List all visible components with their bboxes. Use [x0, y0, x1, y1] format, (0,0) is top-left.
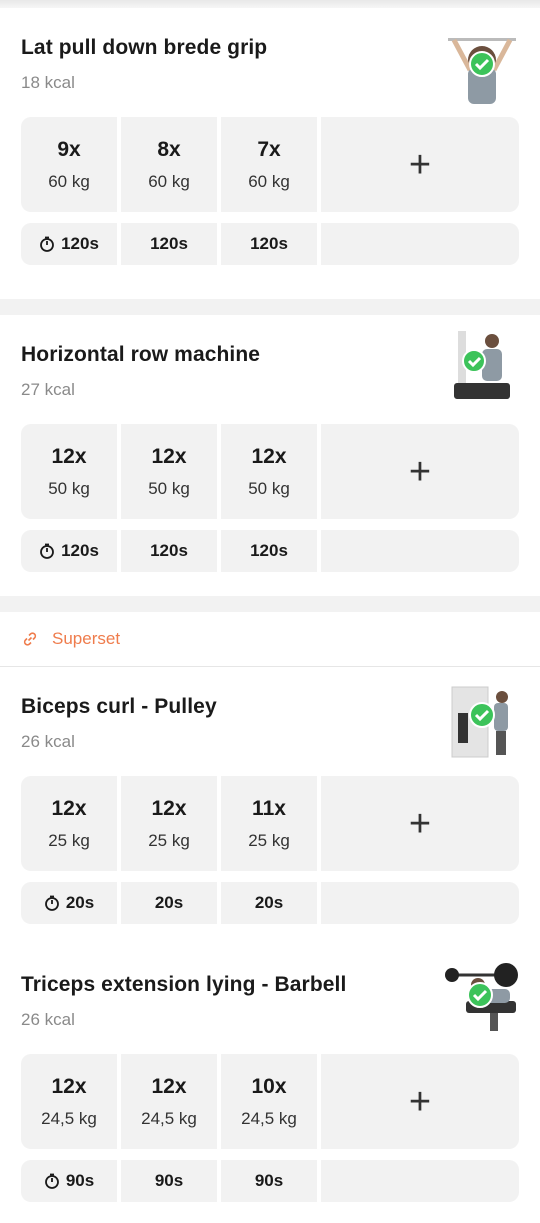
sets-row: 12x 25 kg 12x 25 kg 11x 25 kg + [21, 776, 519, 871]
add-set-button[interactable]: + [321, 776, 519, 871]
rest-cell[interactable]: 120s [21, 223, 117, 265]
set-weight: 25 kg [48, 830, 90, 850]
set-reps: 7x [257, 137, 281, 161]
set-cell[interactable]: 12x 25 kg [121, 776, 217, 871]
set-reps: 12x [51, 444, 87, 468]
set-reps: 12x [151, 1074, 187, 1098]
plus-icon: + [408, 1080, 432, 1123]
sets-row: 12x 24,5 kg 12x 24,5 kg 10x 24,5 kg + [21, 1054, 519, 1149]
rest-time: 120s [250, 541, 288, 560]
set-cell[interactable]: 12x 50 kg [21, 424, 117, 519]
set-reps: 12x [51, 796, 87, 820]
rest-time: 120s [150, 234, 188, 253]
exercise-thumbnail[interactable] [444, 329, 520, 405]
rest-row: 120s 120s 120s [21, 223, 519, 265]
rest-time: 120s [250, 234, 288, 253]
top-divider [0, 0, 540, 8]
add-set-button[interactable]: + [321, 1054, 519, 1149]
set-cell[interactable]: 12x 50 kg [221, 424, 317, 519]
rest-cell[interactable]: 120s [121, 530, 217, 572]
set-weight: 25 kg [148, 830, 190, 850]
set-cell[interactable]: 11x 25 kg [221, 776, 317, 871]
plus-icon: + [408, 450, 432, 493]
set-reps: 10x [251, 1074, 287, 1098]
link-icon [23, 632, 37, 646]
plus-icon: + [408, 143, 432, 186]
rest-cell-empty [321, 1160, 519, 1202]
superset-text: Superset [52, 629, 121, 648]
timer-icon [44, 1173, 59, 1189]
rest-cell[interactable]: 120s [121, 223, 217, 265]
set-reps: 11x [252, 796, 286, 820]
set-weight: 24,5 kg [41, 1108, 97, 1128]
rest-cell[interactable]: 20s [21, 882, 117, 924]
set-reps: 9x [57, 137, 81, 161]
rest-time: 120s [150, 541, 188, 560]
timer-icon [40, 236, 54, 252]
rest-row: 20s 20s 20s [21, 882, 519, 924]
timer-icon [40, 543, 54, 559]
rest-cell[interactable]: 120s [21, 530, 117, 572]
exercise-thumbnail[interactable] [444, 959, 520, 1035]
rest-time: 90s [154, 1171, 184, 1190]
set-weight: 50 kg [148, 478, 190, 498]
rest-cell[interactable]: 90s [21, 1160, 117, 1202]
set-cell[interactable]: 12x 50 kg [121, 424, 217, 519]
set-cell[interactable]: 7x 60 kg [221, 117, 317, 212]
sets-row: 9x 60 kg 8x 60 kg 7x 60 kg + [21, 117, 519, 212]
set-reps: 12x [151, 444, 187, 468]
section-divider [0, 299, 540, 315]
set-cell[interactable]: 12x 24,5 kg [121, 1054, 217, 1149]
rest-cell-empty [321, 530, 519, 572]
sets-row: 12x 50 kg 12x 50 kg 12x 50 kg + [21, 424, 519, 519]
rest-cell[interactable]: 90s [121, 1160, 217, 1202]
exercise-card[interactable]: Lat pull down brede grip 18 kcal 9x 60 k… [0, 8, 540, 299]
add-set-button[interactable]: + [321, 117, 519, 212]
rest-time: 20s [154, 893, 184, 912]
set-reps: 12x [51, 1074, 87, 1098]
set-cell[interactable]: 12x 25 kg [21, 776, 117, 871]
rest-cell[interactable]: 20s [121, 882, 217, 924]
rest-time: 90s [65, 1171, 95, 1190]
rest-time: 90s [254, 1171, 284, 1190]
set-cell[interactable]: 9x 60 kg [21, 117, 117, 212]
exercise-thumbnail[interactable] [444, 30, 520, 106]
rest-cell-empty [321, 882, 519, 924]
rest-cell[interactable]: 120s [221, 223, 317, 265]
set-weight: 50 kg [48, 478, 90, 498]
plus-icon: + [408, 802, 432, 845]
section-divider [0, 596, 540, 612]
rest-time: 20s [65, 893, 95, 912]
rest-time: 120s [61, 234, 99, 253]
rest-time: 20s [254, 893, 284, 912]
add-set-button[interactable]: + [321, 424, 519, 519]
set-cell[interactable]: 8x 60 kg [121, 117, 217, 212]
exercise-card[interactable]: Triceps extension lying - Barbell 26 kca… [0, 951, 540, 1223]
set-weight: 60 kg [148, 171, 190, 191]
superset-label[interactable]: Superset [0, 612, 540, 667]
exercise-card[interactable]: Biceps curl - Pulley 26 kcal 12x 25 kg 1… [0, 667, 540, 951]
rest-cell-empty [321, 223, 519, 265]
completed-check-icon [462, 349, 486, 373]
set-weight: 60 kg [48, 171, 90, 191]
set-cell[interactable]: 10x 24,5 kg [221, 1054, 317, 1149]
rest-row: 90s 90s 90s [21, 1160, 519, 1202]
rest-cell[interactable]: 120s [221, 530, 317, 572]
rest-cell[interactable]: 20s [221, 882, 317, 924]
rest-time: 120s [61, 541, 99, 560]
set-reps: 12x [151, 796, 187, 820]
set-reps: 12x [251, 444, 287, 468]
exercise-thumbnail[interactable] [444, 685, 520, 761]
set-weight: 25 kg [248, 830, 290, 850]
set-reps: 8x [157, 137, 181, 161]
timer-icon [44, 895, 59, 911]
exercise-card[interactable]: Horizontal row machine 27 kcal 12x 50 kg… [0, 315, 540, 596]
set-weight: 24,5 kg [141, 1108, 197, 1128]
rest-cell[interactable]: 90s [221, 1160, 317, 1202]
set-weight: 60 kg [248, 171, 290, 191]
set-cell[interactable]: 12x 24,5 kg [21, 1054, 117, 1149]
set-weight: 50 kg [248, 478, 290, 498]
set-weight: 24,5 kg [241, 1108, 297, 1128]
rest-row: 120s 120s 120s [21, 530, 519, 572]
